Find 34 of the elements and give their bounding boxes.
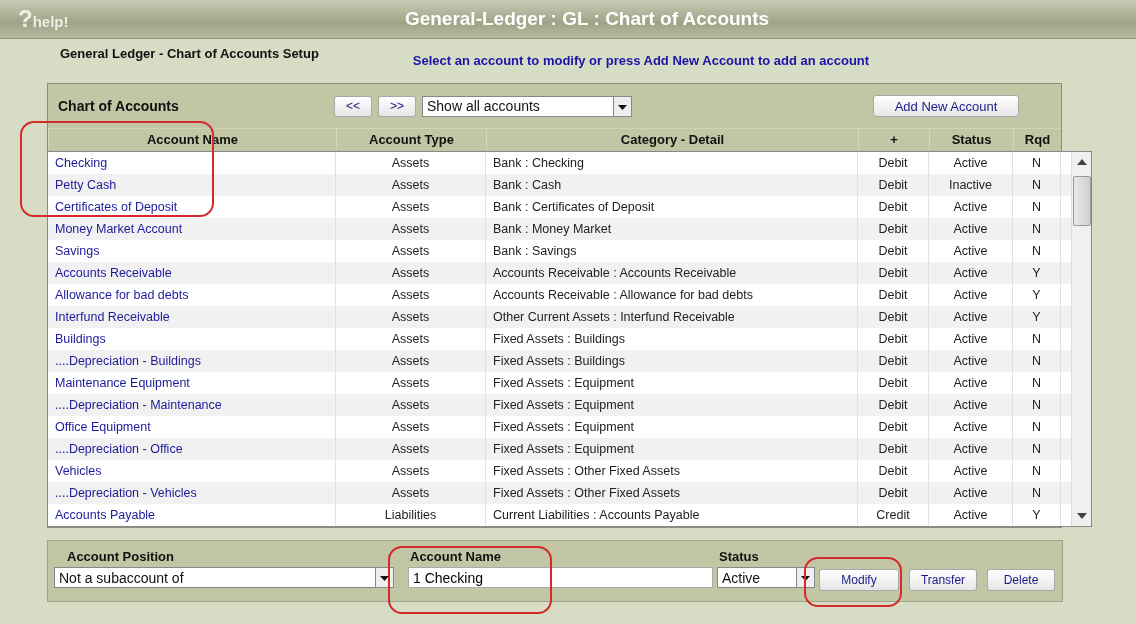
filter-dropdown[interactable]: Show all accounts [422, 95, 632, 117]
instruction-text: Select an account to modify or press Add New Account to add an account [412, 53, 870, 70]
table-cell: Liabilities [336, 504, 486, 526]
window-title: General-Ledger : GL : Chart of Accounts [403, 8, 771, 30]
account-link[interactable]: Accounts Payable [48, 504, 336, 526]
column-header: + [858, 129, 929, 150]
scroll-thumb[interactable] [1073, 176, 1091, 226]
caret-icon [796, 568, 814, 587]
column-header: Category - Detail [486, 129, 858, 150]
account-name-field[interactable]: 1 Checking [408, 567, 713, 588]
table-cell: Credit [858, 504, 929, 526]
action-button[interactable]: Delete [987, 569, 1055, 591]
add-account-button[interactable]: Add New Account [873, 95, 1019, 117]
scrollbar[interactable] [1071, 152, 1091, 526]
table-cell: Current Liabilities : Accounts Payable [486, 504, 858, 526]
action-button[interactable]: Modify [819, 569, 899, 591]
status-dropdown[interactable]: Active [717, 567, 815, 588]
table-cell: Y [1013, 504, 1061, 526]
column-header: Rqd [1013, 129, 1061, 150]
field-label: Account Name [409, 548, 503, 564]
caret-icon [613, 96, 631, 116]
table-cell: Active [929, 504, 1013, 526]
column-header: Account Type [336, 129, 486, 150]
action-button[interactable]: Transfer [909, 569, 977, 591]
next-button[interactable]: >> [378, 95, 416, 117]
column-header: Status [929, 129, 1013, 150]
scroll-up-icon[interactable] [1077, 159, 1087, 165]
panel-title: Chart of Accounts [58, 98, 180, 114]
page-heading: General Ledger - Chart of Accounts Setup [60, 46, 319, 63]
previous-button[interactable]: << [334, 95, 372, 117]
position-dropdown[interactable]: Not a subaccount of [54, 567, 394, 588]
field-label: Status [718, 548, 760, 564]
field-label: Account Position [66, 548, 175, 564]
scroll-down-icon[interactable] [1077, 513, 1087, 519]
